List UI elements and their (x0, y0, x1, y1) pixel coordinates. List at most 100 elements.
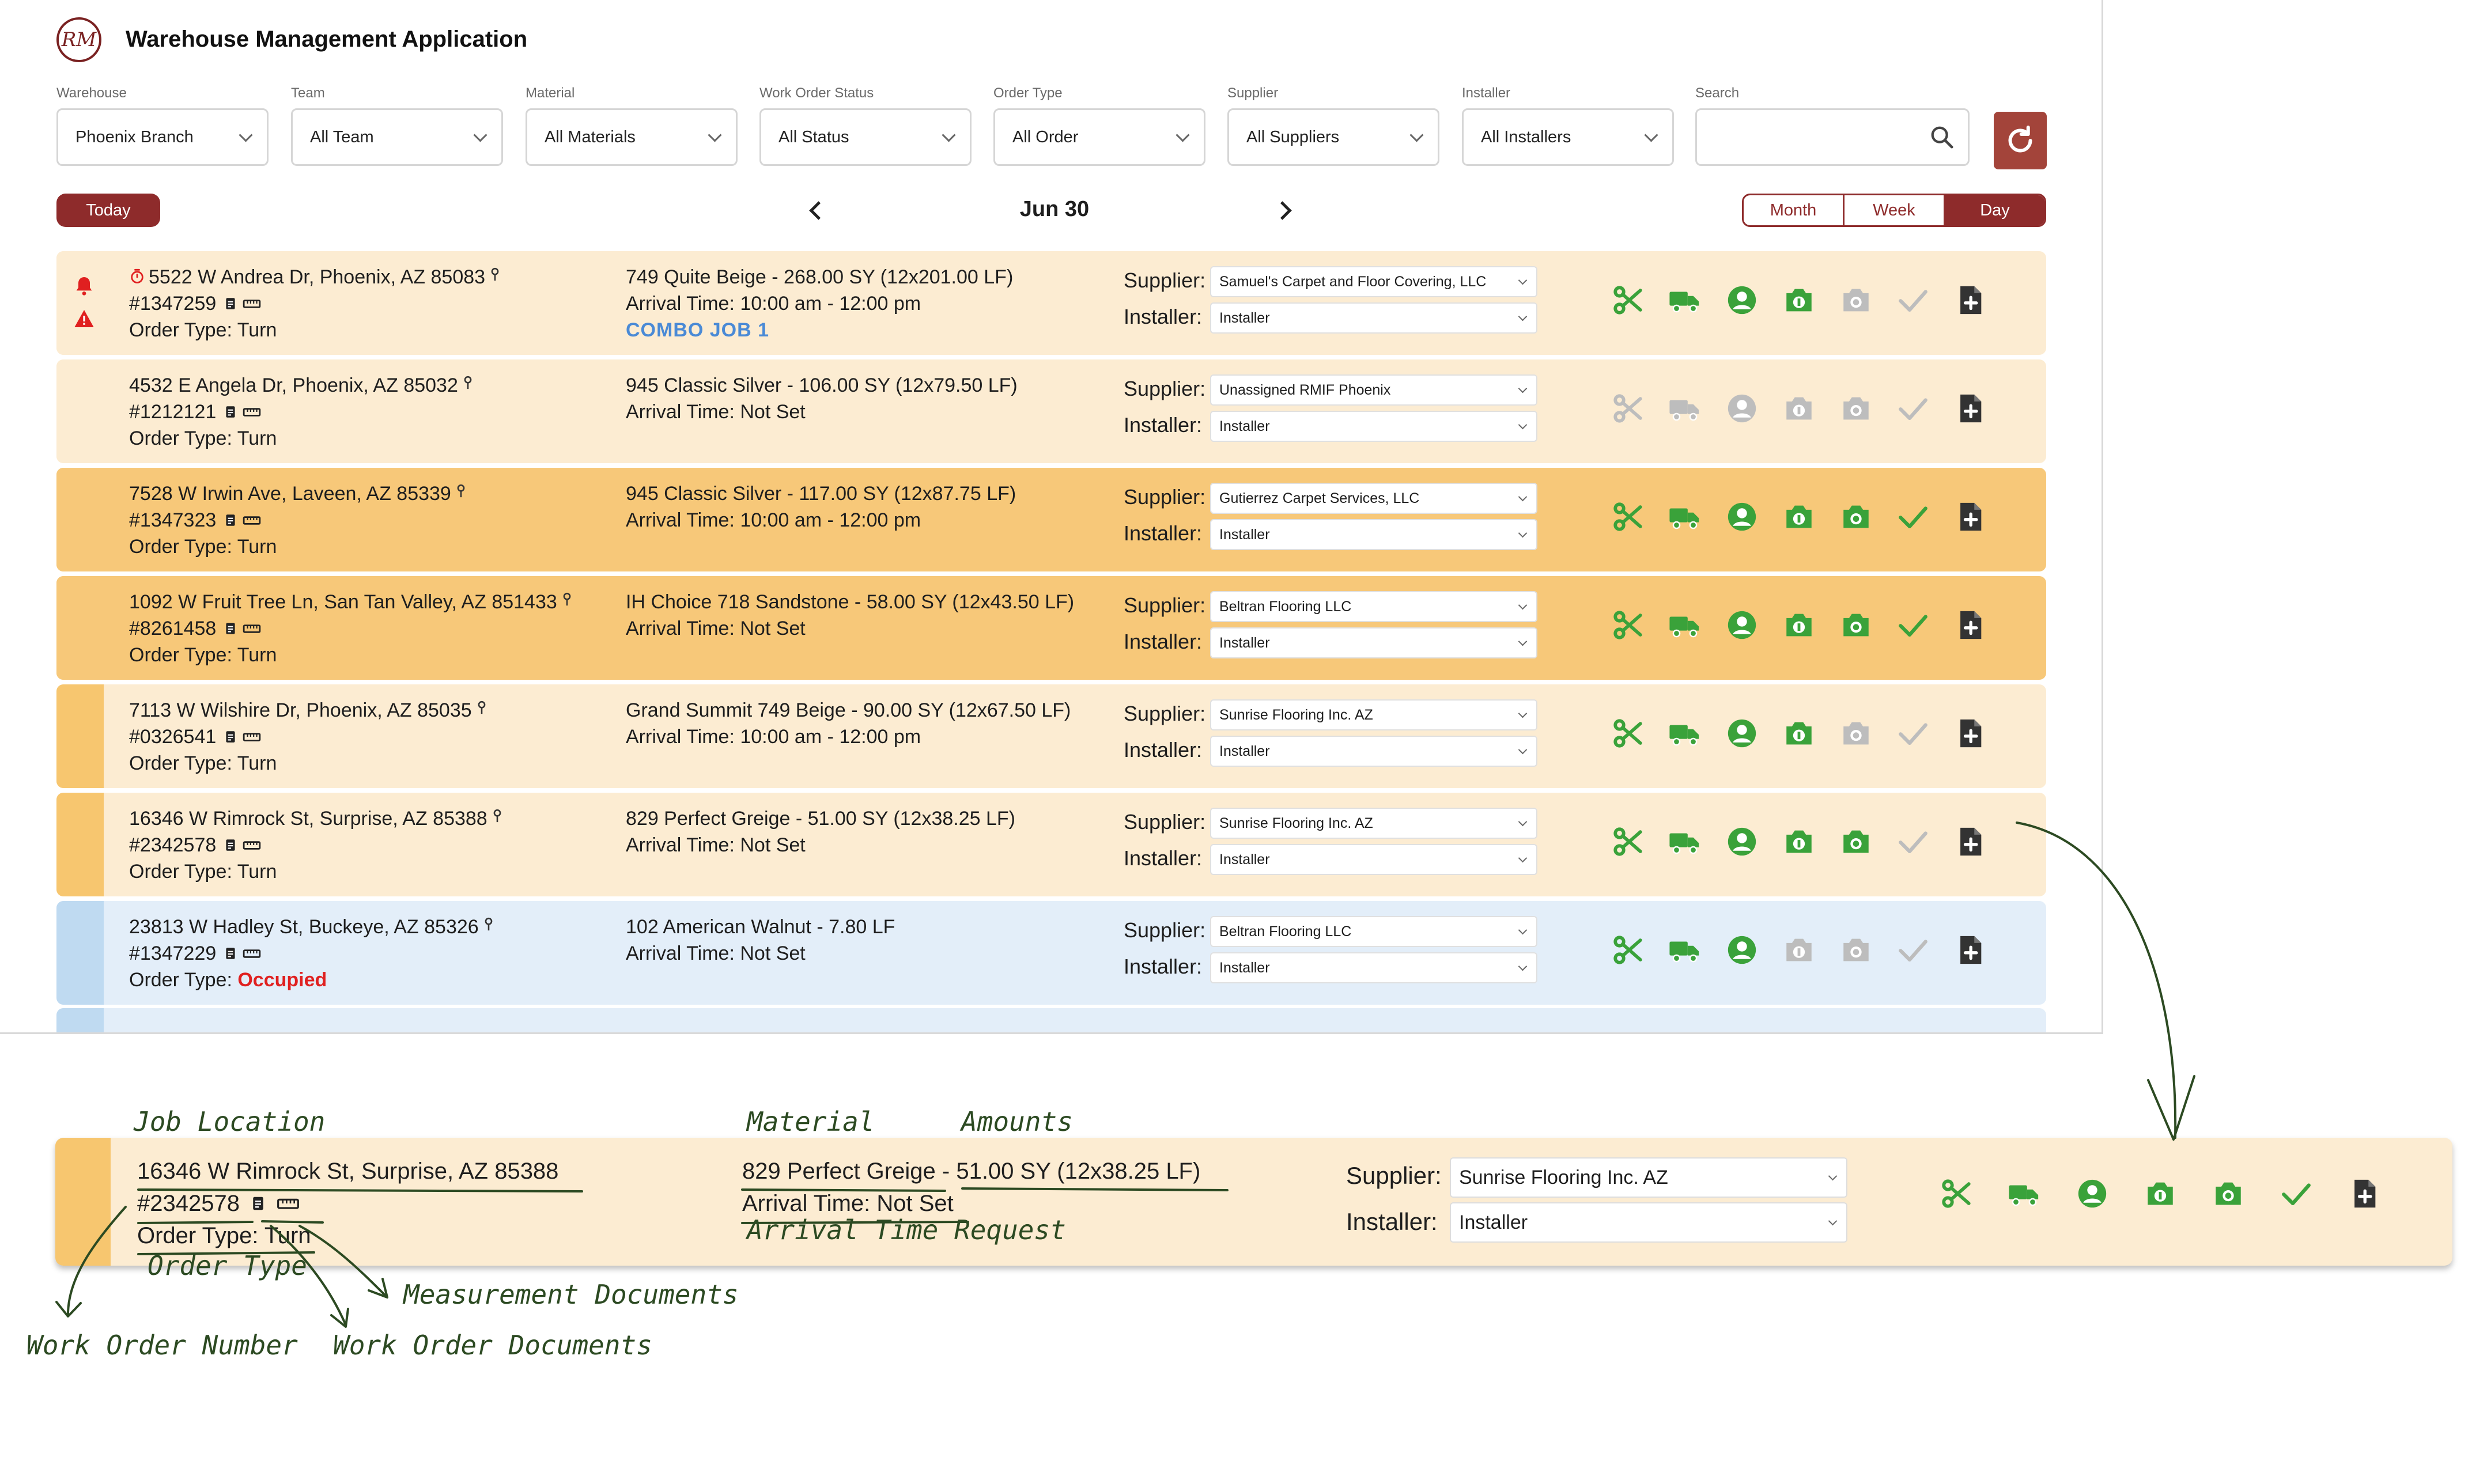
work-order-document-icon[interactable] (216, 726, 238, 748)
search-input[interactable] (1695, 108, 1970, 166)
search-icon[interactable] (1929, 124, 1955, 150)
add-document-icon[interactable] (1953, 500, 1987, 533)
camera-icon[interactable] (2212, 1177, 2251, 1216)
work-order-document-icon[interactable] (216, 834, 238, 856)
scissors-icon[interactable] (1940, 1177, 1979, 1216)
camera-icon[interactable] (1839, 392, 1873, 425)
add-document-icon[interactable] (1953, 283, 1987, 317)
order-row[interactable]: 23813 W Hadley St, Buckeye, AZ 85326 #13… (56, 901, 2046, 1005)
installer-icon[interactable] (1725, 717, 1759, 750)
order-type-select[interactable]: All Order (993, 108, 1205, 166)
camera-icon[interactable] (1839, 825, 1873, 858)
measurement-document-icon[interactable] (238, 726, 261, 748)
row-address-line[interactable]: 5522 W Andrea Dr, Phoenix, AZ 85083 (129, 264, 500, 290)
money-photo-icon[interactable] (1782, 933, 1816, 967)
status-select[interactable]: All Status (759, 108, 972, 166)
truck-icon[interactable] (1668, 825, 1702, 858)
measurement-document-icon[interactable] (238, 618, 261, 639)
camera-icon[interactable] (1839, 500, 1873, 533)
scissors-icon[interactable] (1611, 825, 1645, 858)
row-supplier-select[interactable]: Beltran Flooring LLC (1210, 916, 1537, 947)
money-photo-icon[interactable] (1782, 392, 1816, 425)
camera-icon[interactable] (1839, 608, 1873, 642)
map-pin-icon[interactable] (557, 591, 572, 613)
map-pin-icon[interactable] (451, 483, 466, 505)
add-document-icon[interactable] (1953, 717, 1987, 750)
refresh-button[interactable] (1994, 112, 2047, 169)
installer-icon[interactable] (1725, 825, 1759, 858)
row-installer-select[interactable]: Installer (1210, 627, 1537, 658)
camera-icon[interactable] (1839, 933, 1873, 967)
installer-icon[interactable] (2076, 1177, 2115, 1216)
truck-icon[interactable] (1668, 392, 1702, 425)
installer-icon[interactable] (1725, 392, 1759, 425)
money-photo-icon[interactable] (2144, 1177, 2183, 1216)
work-order-document-icon[interactable] (216, 942, 238, 964)
order-row[interactable]: 16346 W Rimrock St, Surprise, AZ 85388 #… (56, 793, 2046, 896)
zoom-installer-select[interactable]: Installer (1450, 1202, 1847, 1243)
work-order-document-icon[interactable] (216, 401, 238, 423)
work-order-document-icon[interactable] (216, 509, 238, 531)
order-row[interactable]: 1092 W Fruit Tree Ln, San Tan Valley, AZ… (56, 576, 2046, 680)
money-photo-icon[interactable] (1782, 717, 1816, 750)
truck-icon[interactable] (1668, 933, 1702, 967)
map-pin-icon[interactable] (458, 374, 473, 396)
row-address-line[interactable]: 16346 W Rimrock St, Surprise, AZ 85388 (129, 805, 502, 832)
map-pin-icon[interactable] (487, 808, 502, 830)
money-photo-icon[interactable] (1782, 500, 1816, 533)
scissors-icon[interactable] (1611, 392, 1645, 425)
check-icon[interactable] (2280, 1177, 2319, 1216)
view-week-button[interactable]: Week (1845, 195, 1945, 225)
view-day-button[interactable]: Day (1945, 195, 2044, 225)
installer-icon[interactable] (1725, 283, 1759, 317)
check-icon[interactable] (1896, 825, 1930, 858)
check-icon[interactable] (1896, 500, 1930, 533)
today-button[interactable]: Today (56, 194, 160, 227)
money-photo-icon[interactable] (1782, 608, 1816, 642)
row-address-line[interactable]: 23813 W Hadley St, Buckeye, AZ 85326 (129, 914, 494, 940)
row-installer-select[interactable]: Installer (1210, 952, 1537, 983)
add-document-icon[interactable] (1953, 392, 1987, 425)
check-icon[interactable] (1896, 283, 1930, 317)
truck-icon[interactable] (1668, 608, 1702, 642)
truck-icon[interactable] (1668, 717, 1702, 750)
add-document-icon[interactable] (2348, 1177, 2387, 1216)
check-icon[interactable] (1896, 608, 1930, 642)
map-pin-icon[interactable] (485, 266, 500, 288)
money-photo-icon[interactable] (1782, 283, 1816, 317)
add-document-icon[interactable] (1953, 608, 1987, 642)
row-supplier-select[interactable]: Gutierrez Carpet Services, LLC (1210, 483, 1537, 514)
order-row[interactable]: 4532 E Angela Dr, Phoenix, AZ 85032 #121… (56, 359, 2046, 463)
row-address-line[interactable]: 1092 W Fruit Tree Ln, San Tan Valley, AZ… (129, 589, 572, 615)
installer-icon[interactable] (1725, 933, 1759, 967)
camera-icon[interactable] (1839, 283, 1873, 317)
row-supplier-select[interactable]: Unassigned RMIF Phoenix (1210, 374, 1537, 406)
check-icon[interactable] (1896, 933, 1930, 967)
installer-icon[interactable] (1725, 500, 1759, 533)
measurement-document-icon[interactable] (277, 1194, 300, 1213)
view-month-button[interactable]: Month (1744, 195, 1845, 225)
row-installer-select[interactable]: Installer (1210, 736, 1537, 767)
prev-day-button[interactable] (807, 196, 830, 225)
work-order-document-icon[interactable] (216, 618, 238, 639)
material-select[interactable]: All Materials (526, 108, 738, 166)
row-address-line[interactable]: 4532 E Angela Dr, Phoenix, AZ 85032 (129, 372, 473, 399)
order-row[interactable]: 7528 W Irwin Ave, Laveen, AZ 85339 #1347… (56, 468, 2046, 571)
warehouse-select[interactable]: Phoenix Branch (56, 108, 269, 166)
map-pin-icon[interactable] (479, 916, 494, 938)
scissors-icon[interactable] (1611, 608, 1645, 642)
row-installer-select[interactable]: Installer (1210, 302, 1537, 334)
truck-icon[interactable] (1668, 500, 1702, 533)
money-photo-icon[interactable] (1782, 825, 1816, 858)
measurement-document-icon[interactable] (238, 293, 261, 315)
installer-select[interactable]: All Installers (1462, 108, 1674, 166)
row-installer-select[interactable]: Installer (1210, 519, 1537, 550)
scissors-icon[interactable] (1611, 500, 1645, 533)
row-installer-select[interactable]: Installer (1210, 411, 1537, 442)
camera-icon[interactable] (1839, 717, 1873, 750)
work-order-document-icon[interactable] (250, 1194, 267, 1213)
measurement-document-icon[interactable] (238, 401, 261, 423)
order-row[interactable]: 5522 W Andrea Dr, Phoenix, AZ 85083 #134… (56, 251, 2046, 355)
warning-alert-icon[interactable] (73, 307, 96, 333)
measurement-document-icon[interactable] (238, 834, 261, 856)
